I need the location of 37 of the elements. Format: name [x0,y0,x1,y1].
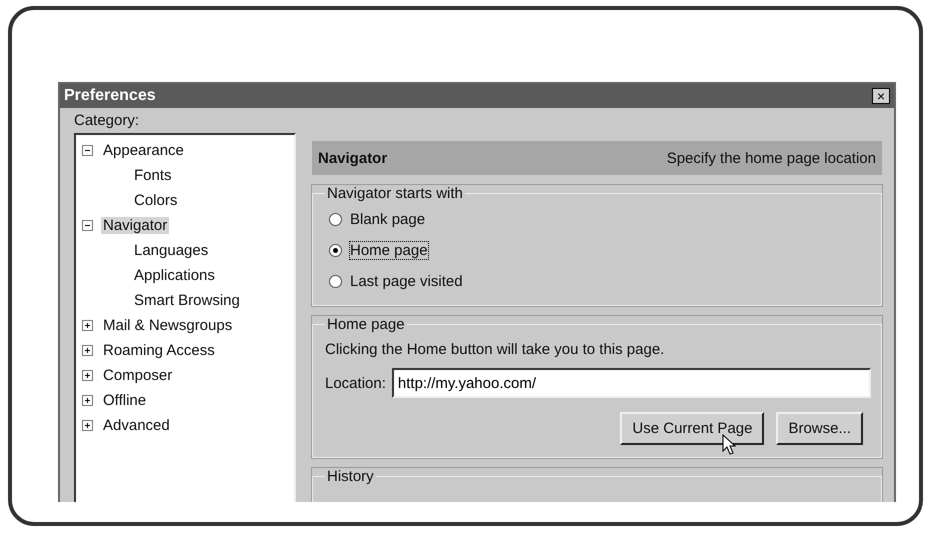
expand-icon[interactable] [82,320,93,331]
radio-label[interactable]: Last page visited [350,273,463,290]
tree-item[interactable]: Smart Browsing [132,292,242,309]
radio-button[interactable] [329,244,342,257]
panel-title: Navigator [318,150,388,166]
expand-icon[interactable] [82,420,93,431]
category-label: Category: [74,112,140,129]
tree-item[interactable]: Applications [132,267,217,284]
collapse-icon[interactable] [82,220,93,231]
group-legend: Home page [325,316,407,333]
tree-item[interactable]: Appearance [101,142,186,159]
browse-button[interactable]: Browse... [776,412,863,445]
expand-icon[interactable] [82,395,93,406]
tree-item[interactable]: Advanced [101,417,172,434]
tree-item[interactable]: Navigator [101,217,170,234]
tree-item[interactable]: Colors [132,192,180,209]
radio-button[interactable] [329,213,342,226]
group-legend: Navigator starts with [325,185,465,202]
tree-item[interactable]: Roaming Access [101,342,217,359]
tree-item[interactable]: Mail & Newsgroups [101,317,234,334]
group-legend: History [325,468,376,485]
radio-label[interactable]: Blank page [350,211,426,228]
collapse-icon[interactable] [82,145,93,156]
radio-button[interactable] [329,275,342,288]
window-title: Preferences [64,87,156,105]
radio-label[interactable]: Home page [350,242,428,259]
tree-item[interactable]: Fonts [132,167,174,184]
tree-item[interactable]: Composer [101,367,174,384]
close-button[interactable]: × [872,88,890,104]
location-field[interactable]: http://my.yahoo.com/ [392,368,871,398]
panel-subtitle: Specify the home page location [666,150,876,166]
tree-item[interactable]: Languages [132,242,210,259]
tree-item[interactable]: Offline [101,392,148,409]
expand-icon[interactable] [82,345,93,356]
expand-icon[interactable] [82,370,93,381]
location-label: Location: [325,374,386,392]
description-text: Clicking the Home button will take you to this page. [325,341,666,358]
